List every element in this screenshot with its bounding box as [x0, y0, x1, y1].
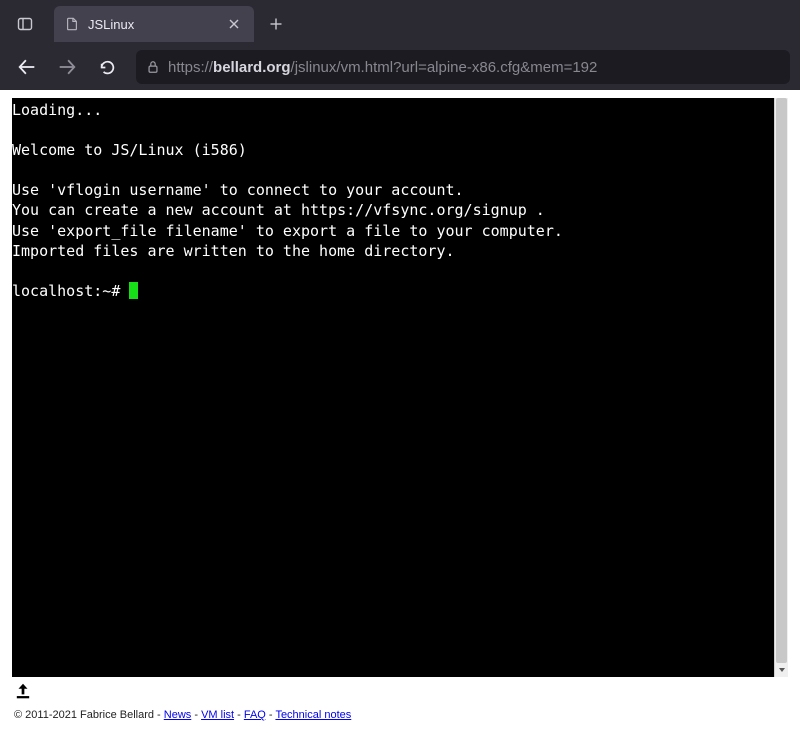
terminal-tools	[12, 677, 788, 703]
reload-button[interactable]	[90, 50, 124, 84]
close-icon[interactable]	[224, 14, 244, 34]
footer-link-news[interactable]: News	[164, 709, 192, 721]
page-content: Loading... Welcome to JS/Linux (i586) Us…	[0, 90, 800, 737]
footer-copyright: © 2011-2021 Fabrice Bellard -	[14, 709, 164, 721]
tab-active[interactable]: JSLinux	[54, 6, 254, 42]
window-controls	[8, 7, 42, 41]
terminal[interactable]: Loading... Welcome to JS/Linux (i586) Us…	[12, 98, 774, 677]
scrollbar-down-icon[interactable]	[775, 663, 788, 677]
scrollbar-thumb[interactable]	[776, 98, 787, 663]
browser-chrome: JSLinux	[0, 0, 800, 90]
footer: © 2011-2021 Fabrice Bellard - News - VM …	[12, 703, 788, 729]
new-tab-button[interactable]	[260, 8, 292, 40]
url-text: https://bellard.org/jslinux/vm.html?url=…	[168, 59, 780, 76]
page-favicon-icon	[64, 16, 80, 32]
url-host: bellard.org	[213, 59, 291, 76]
terminal-cursor	[129, 282, 138, 299]
lock-icon	[146, 60, 160, 74]
address-bar[interactable]: https://bellard.org/jslinux/vm.html?url=…	[136, 50, 790, 84]
footer-link-technotes[interactable]: Technical notes	[275, 709, 351, 721]
sidebar-toggle-icon[interactable]	[8, 7, 42, 41]
footer-link-vmlist[interactable]: VM list	[201, 709, 234, 721]
footer-link-faq[interactable]: FAQ	[244, 709, 266, 721]
upload-icon[interactable]	[14, 682, 32, 700]
toolbar: https://bellard.org/jslinux/vm.html?url=…	[0, 44, 800, 90]
url-scheme: https://	[168, 59, 213, 76]
url-path: /jslinux/vm.html?url=alpine-x86.cfg&mem=…	[291, 59, 598, 76]
back-button[interactable]	[10, 50, 44, 84]
tab-bar: JSLinux	[0, 0, 800, 44]
tab-title: JSLinux	[88, 17, 216, 32]
terminal-scrollbar[interactable]	[774, 98, 788, 677]
forward-button	[50, 50, 84, 84]
terminal-wrap: Loading... Welcome to JS/Linux (i586) Us…	[12, 98, 788, 677]
